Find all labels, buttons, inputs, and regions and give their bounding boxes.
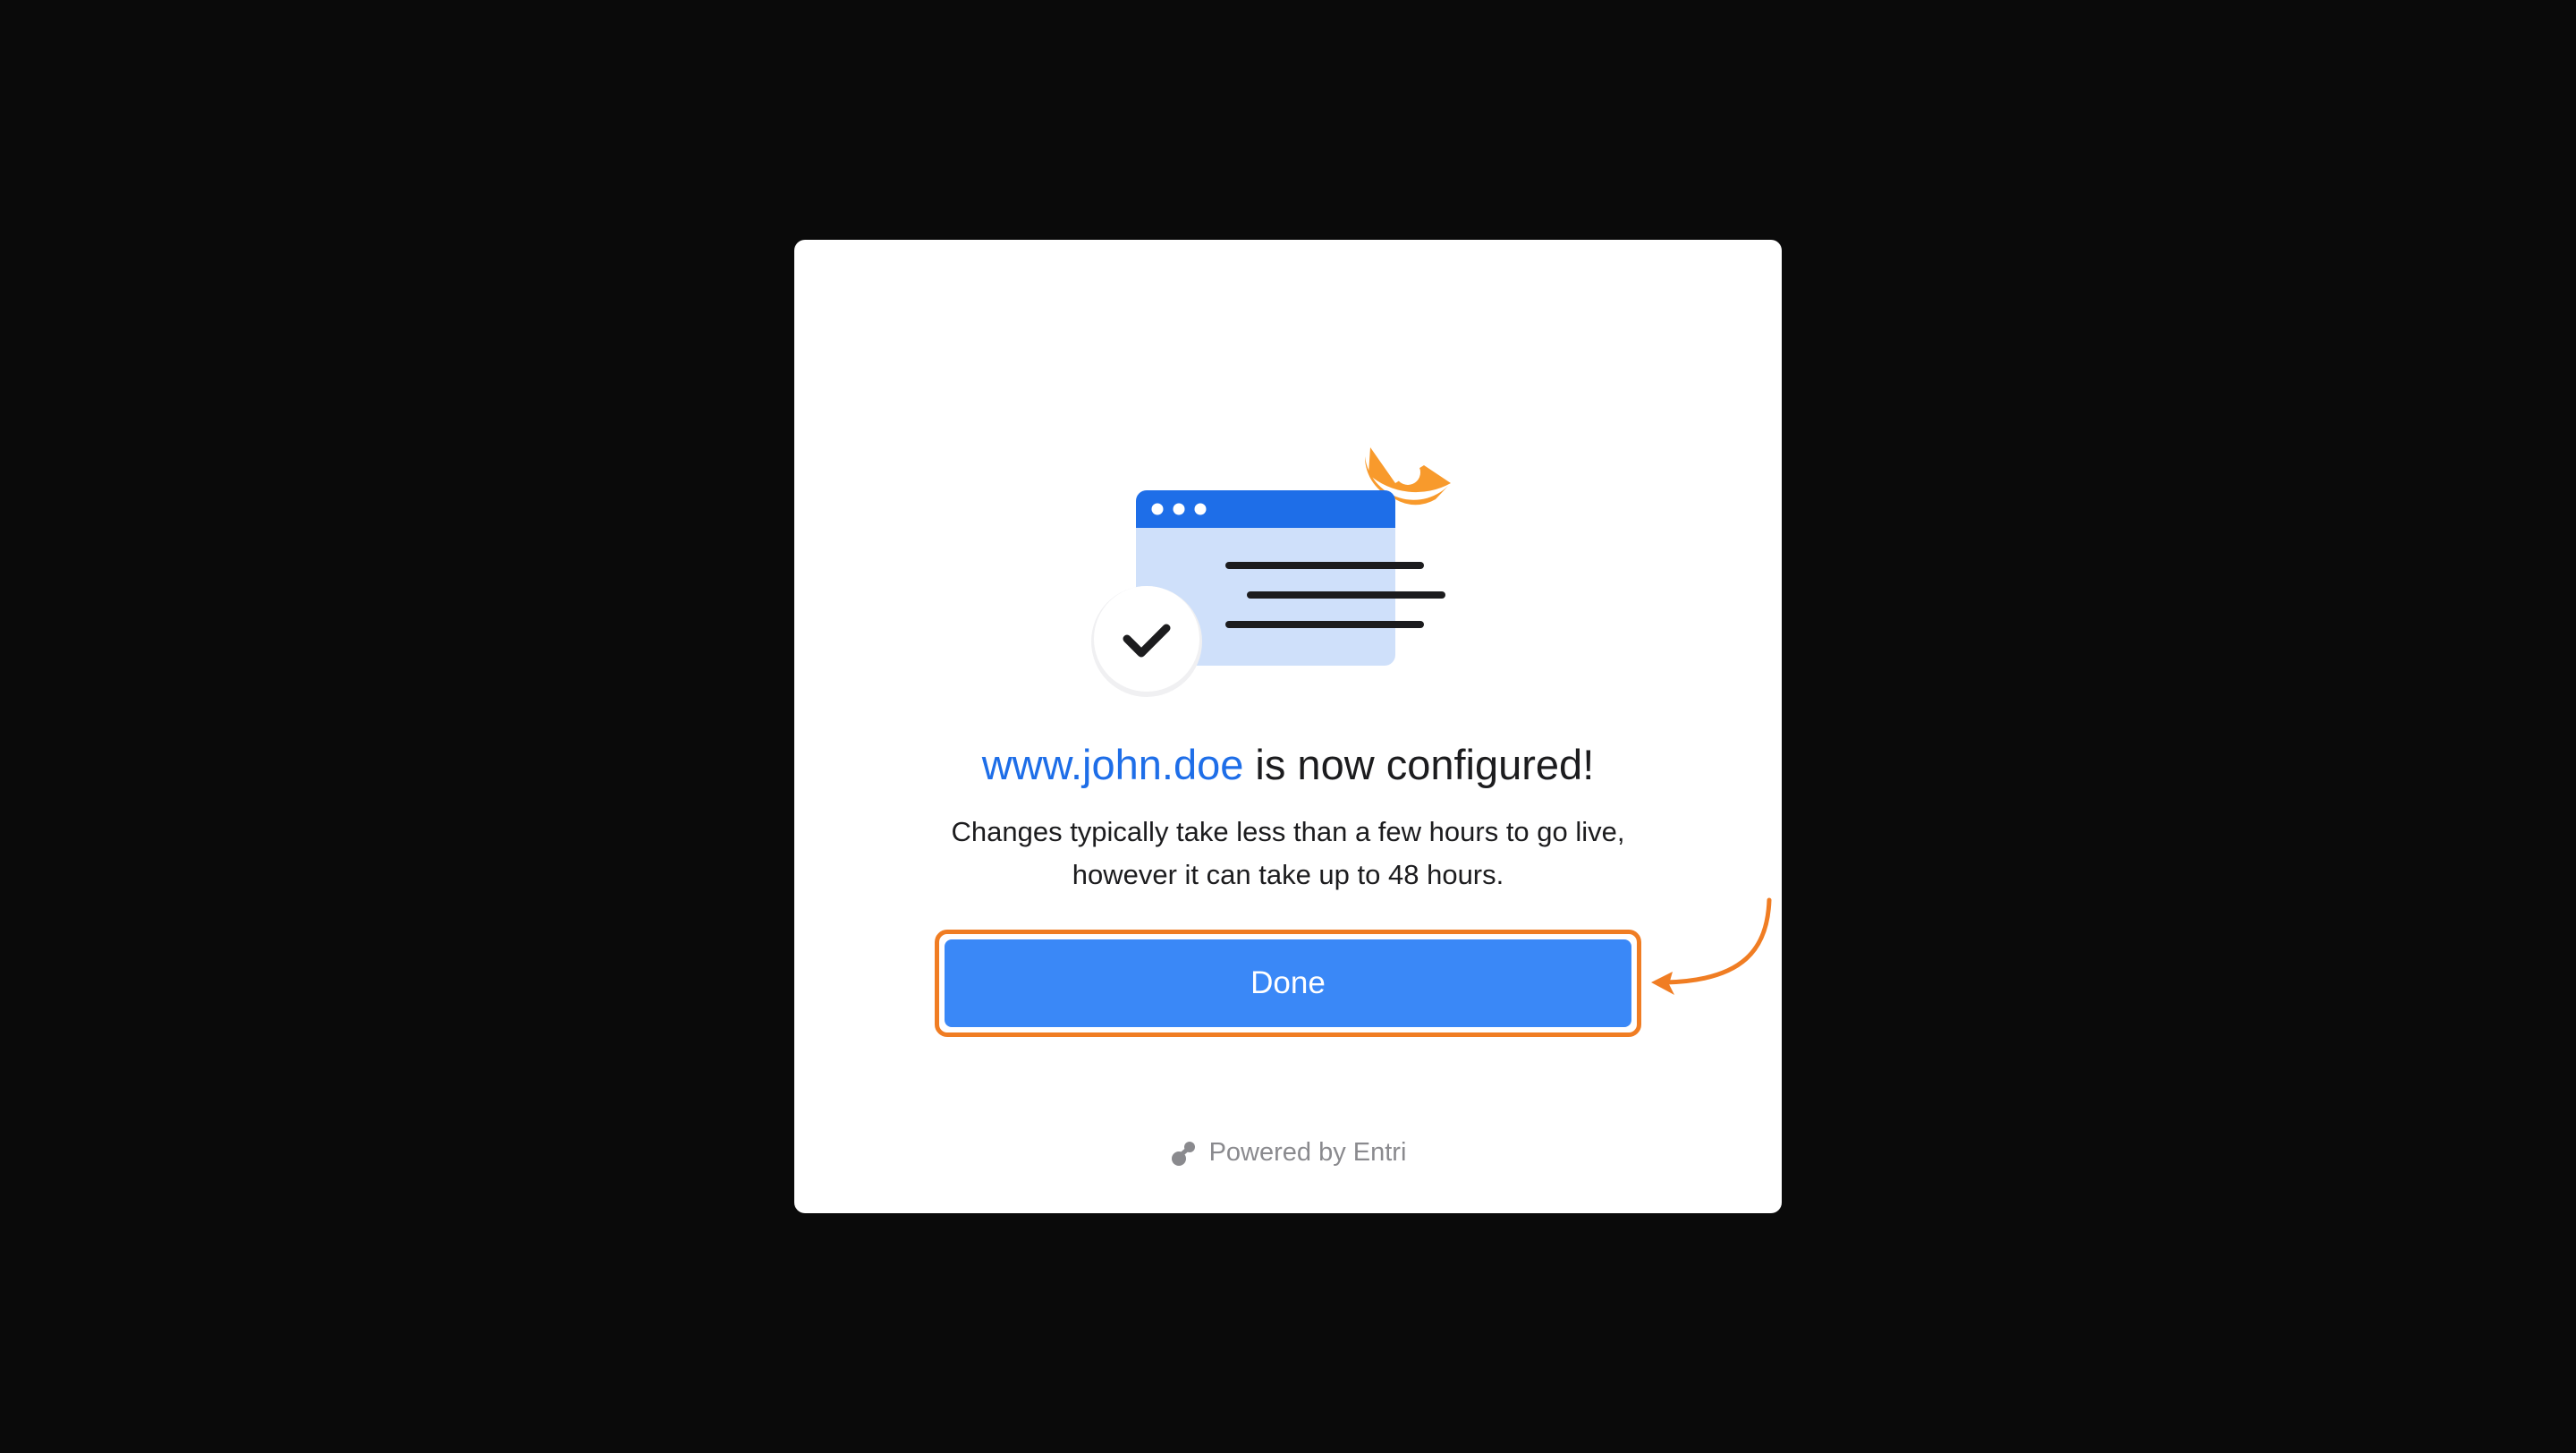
powered-by-label: Powered by Entri <box>1208 1138 1407 1167</box>
headline-suffix: is now configured! <box>1243 741 1595 788</box>
powered-by-footer[interactable]: Powered by Entri <box>794 1138 1782 1168</box>
configured-domain: www.john.doe <box>981 741 1244 788</box>
done-button[interactable]: Done <box>945 939 1631 1027</box>
success-dialog <box>794 240 1782 1213</box>
entri-logo-icon <box>1171 1141 1195 1166</box>
description-text: Changes typically take less than a few h… <box>951 816 1625 890</box>
page-title: www.john.doe is now configured! <box>794 732 1782 798</box>
